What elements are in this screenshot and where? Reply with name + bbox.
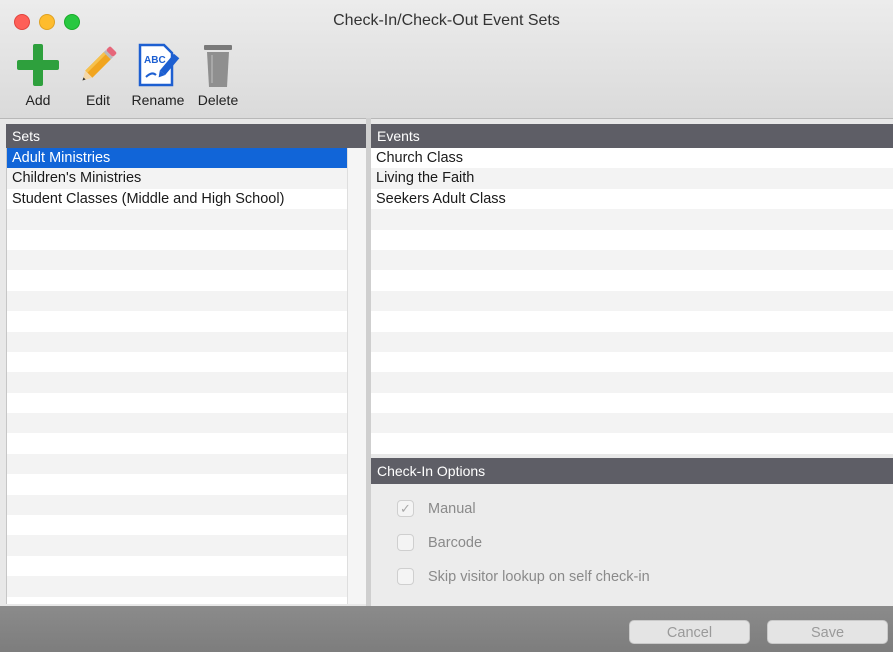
empty-row (371, 249, 893, 271)
svg-text:ABC: ABC (144, 55, 166, 66)
edit-label: Edit (85, 92, 111, 108)
empty-row (371, 393, 893, 413)
empty-row (7, 372, 348, 393)
trash-icon (204, 45, 232, 87)
empty-row (7, 413, 348, 434)
empty-row (371, 413, 893, 434)
barcode-checkbox[interactable] (397, 534, 414, 551)
empty-row (7, 270, 348, 290)
title-bar: Check-In/Check-Out Event Sets Add Edit A… (0, 0, 893, 119)
empty-row (371, 433, 893, 453)
empty-row (7, 556, 348, 576)
list-item[interactable]: Adult Ministries (7, 148, 348, 169)
add-button[interactable]: Add (10, 40, 66, 108)
empty-row (7, 474, 348, 494)
plus-icon (17, 44, 59, 86)
barcode-label: Barcode (428, 534, 483, 551)
empty-row (371, 352, 893, 372)
empty-row (371, 209, 893, 230)
events-header: Events (371, 124, 893, 148)
list-item[interactable]: Children's Ministries (7, 168, 348, 189)
delete-button[interactable]: Delete (190, 40, 246, 108)
empty-row (7, 352, 348, 372)
empty-row (7, 535, 348, 556)
empty-row (7, 290, 348, 312)
sets-list[interactable]: Adult Ministries Children's Ministries Stu… (6, 148, 348, 604)
events-list[interactable]: Church Class Living the Faith Seekers Adul… (371, 148, 893, 454)
list-item[interactable]: Living the Faith (371, 168, 893, 189)
sets-scrollbar[interactable] (347, 148, 367, 604)
skip-lookup-checkbox[interactable] (397, 568, 414, 585)
manual-option[interactable]: ✓ Manual (397, 500, 476, 517)
empty-row (7, 433, 348, 453)
skip-lookup-option[interactable]: Skip visitor lookup on self check-in (397, 568, 650, 585)
empty-row (7, 453, 348, 475)
empty-row (7, 209, 348, 230)
empty-row (371, 372, 893, 393)
add-label: Add (25, 92, 51, 108)
empty-row (371, 290, 893, 312)
bottom-bar: Cancel Save (0, 606, 893, 652)
rename-button[interactable]: ABC Rename (130, 40, 186, 108)
event-sets-window: Check-In/Check-Out Event Sets Add Edit A… (0, 0, 893, 652)
empty-row (7, 494, 348, 516)
empty-row (371, 230, 893, 250)
barcode-option[interactable]: Barcode (397, 534, 482, 551)
pencil-icon (82, 46, 117, 81)
empty-row (7, 597, 348, 604)
sets-header: Sets (6, 124, 366, 148)
skip-lookup-label: Skip visitor lookup on self check-in (428, 568, 650, 585)
rename-label: Rename (131, 92, 185, 108)
window-title: Check-In/Check-Out Event Sets (333, 12, 560, 29)
empty-row (7, 249, 348, 271)
empty-row (371, 331, 893, 352)
empty-row (371, 311, 893, 331)
empty-row (7, 515, 348, 535)
empty-row (7, 311, 348, 331)
list-item[interactable]: Church Class (371, 148, 893, 168)
rename-icon: ABC (138, 43, 180, 87)
list-item[interactable]: Student Classes (Middle and High School) (7, 189, 348, 209)
check-in-options-header: Check-In Options (371, 458, 893, 484)
empty-row (7, 393, 348, 413)
toolbar: Add Edit ABC Rename Delete (10, 40, 250, 108)
empty-row (371, 270, 893, 290)
empty-row (7, 576, 348, 597)
manual-checkbox[interactable]: ✓ (397, 500, 414, 517)
list-item[interactable]: Seekers Adult Class (371, 189, 893, 209)
manual-label: Manual (428, 500, 476, 517)
empty-row (7, 230, 348, 250)
edit-button[interactable]: Edit (70, 40, 126, 108)
save-button[interactable]: Save (767, 620, 888, 644)
check-in-options: ✓ Manual Barcode Skip visitor lookup on … (371, 484, 893, 606)
delete-label: Delete (197, 92, 239, 108)
empty-row (7, 331, 348, 352)
cancel-button[interactable]: Cancel (629, 620, 750, 644)
